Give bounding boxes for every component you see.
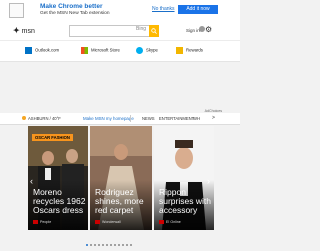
shortcut-outlook[interactable]: Outlook.com — [25, 47, 59, 54]
signin-link[interactable]: Sign in — [186, 28, 200, 33]
store-icon — [81, 47, 88, 54]
card-tag: OSCAR FASHION — [32, 134, 73, 141]
weather-icon — [22, 116, 26, 120]
carousel-dot[interactable] — [122, 244, 124, 246]
shortcut-skype[interactable]: Skype — [136, 47, 158, 54]
news-card[interactable]: Rippon surprises with accessory E! Onlin… — [154, 126, 214, 230]
card-source: Wonderwall — [102, 220, 121, 224]
divider — [130, 115, 131, 122]
location-weather[interactable]: ASHBURN / 40°F — [28, 116, 61, 121]
carousel-dot[interactable] — [94, 244, 96, 246]
gear-icon[interactable]: ⚙ — [205, 25, 212, 34]
make-homepage-link[interactable]: Make MSN my homepage — [83, 116, 134, 121]
news-card[interactable]: Rodriguez shines, more red carpet Wonder… — [90, 126, 152, 230]
no-thanks-link[interactable]: No thanks — [152, 6, 175, 12]
news-card[interactable]: OSCAR FASHION Moreno recycles 1962 Oscar… — [28, 126, 88, 230]
carousel-dots — [86, 233, 134, 251]
carousel-dot[interactable] — [130, 244, 132, 246]
nav-entertainment[interactable]: ENTERTAINMENT — [159, 116, 194, 121]
carousel-dot[interactable] — [90, 244, 92, 246]
location-bar: ASHBURN / 40°F Make MSN my homepage NEWS… — [0, 113, 240, 125]
source-icon — [95, 220, 100, 224]
carousel-dot[interactable] — [114, 244, 116, 246]
card-source: E! Online — [166, 220, 181, 224]
nav-news[interactable]: NEWS — [142, 116, 155, 121]
rewards-icon — [176, 47, 183, 54]
carousel-dot[interactable] — [98, 244, 100, 246]
shortcut-store[interactable]: Microsoft Store — [81, 47, 120, 54]
carousel-dot[interactable] — [106, 244, 108, 246]
msn-extension-icon — [9, 3, 24, 18]
skype-icon — [136, 47, 143, 54]
promo-title: Make Chrome better — [40, 3, 103, 10]
carousel-dot[interactable] — [102, 244, 104, 246]
promo-subtitle: Get the MSN New Tab extension — [40, 11, 110, 16]
shortcut-rewards[interactable]: Rewards — [176, 47, 203, 54]
chevron-right-icon[interactable]: > — [212, 115, 215, 121]
source-icon — [159, 220, 164, 224]
carousel-prev-icon[interactable]: ‹ — [30, 176, 33, 186]
carousel-dot[interactable] — [118, 244, 120, 246]
msn-logo-text: msn — [21, 28, 35, 35]
search-button[interactable] — [149, 25, 159, 37]
search-icon — [151, 28, 157, 34]
promo-banner: Make Chrome better Get the MSN New Tab e… — [0, 0, 240, 21]
shortcut-bar: Outlook.com Microsoft Store Skype Reward… — [0, 40, 240, 62]
nav-more-label[interactable]: WH — [193, 116, 200, 121]
carousel-dot[interactable] — [86, 244, 88, 246]
carousel-dot[interactable] — [126, 244, 128, 246]
bing-label: Bing — [136, 26, 147, 32]
add-extension-button[interactable]: Add it now — [178, 5, 218, 14]
card-headline: Moreno recycles 1962 Oscars dress — [33, 187, 86, 215]
carousel-next-icon[interactable]: › — [207, 176, 210, 186]
header: ✦ msn Bing Sign in ⚙ — [0, 20, 240, 40]
card-headline: Rodriguez shines, more red carpet — [95, 187, 144, 215]
outlook-icon — [25, 47, 32, 54]
source-icon — [33, 220, 38, 224]
msn-logo[interactable]: ✦ msn — [13, 26, 35, 35]
carousel-dot[interactable] — [110, 244, 112, 246]
card-source: People — [40, 220, 52, 224]
card-headline: Rippon surprises with accessory — [159, 187, 211, 215]
